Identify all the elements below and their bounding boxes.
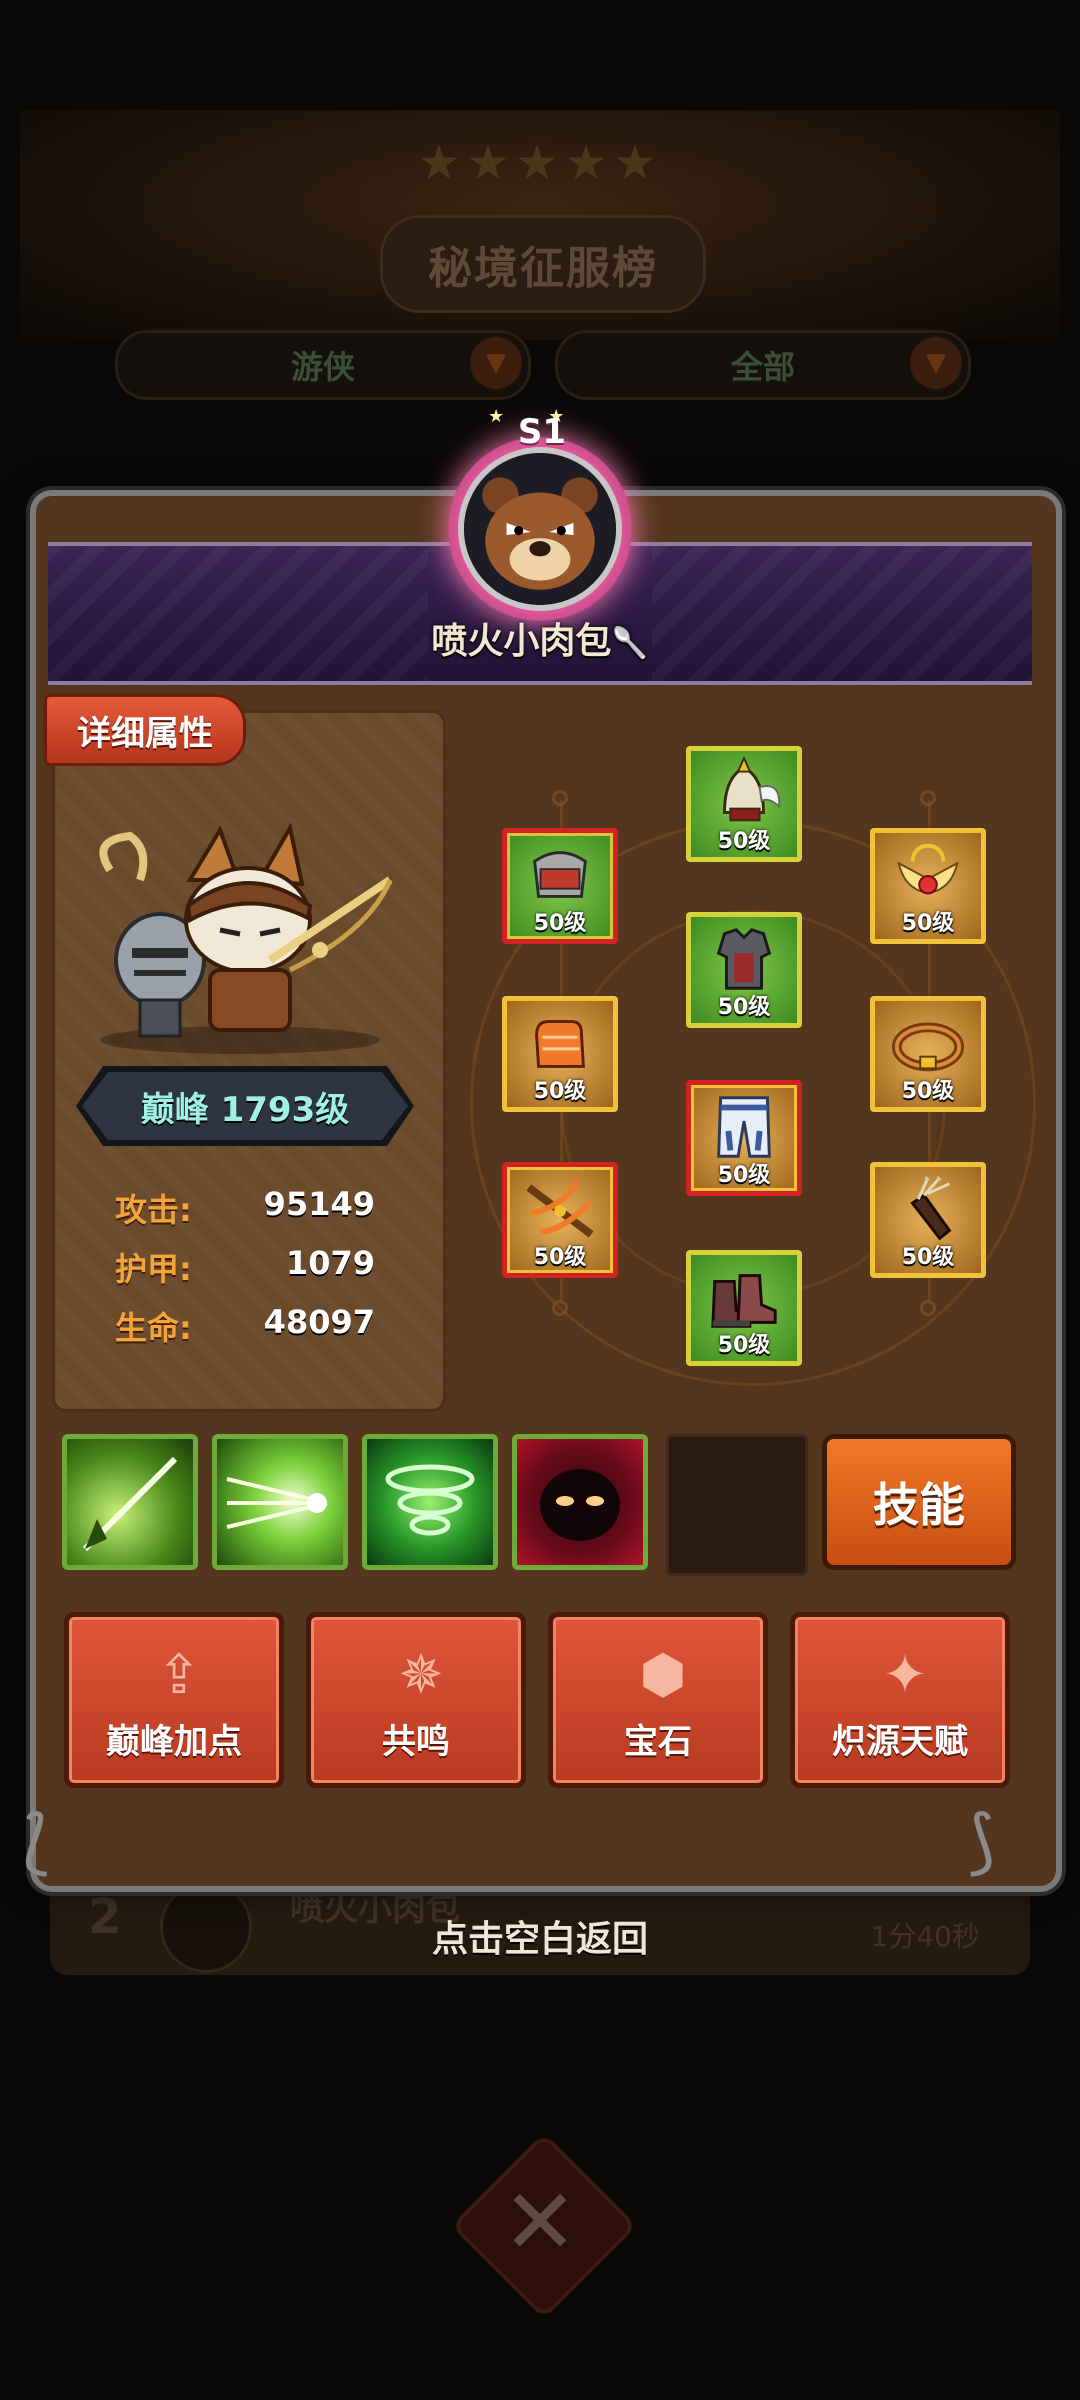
stat-value: 95149 [263, 1185, 375, 1223]
stat-label: 攻击: [115, 1191, 192, 1229]
bear-face-icon [464, 453, 616, 605]
button-label: 宝石 [624, 1722, 692, 1762]
corner-ornament-icon: ⟅ [22, 1800, 50, 1882]
player-name: 喷火小肉包 [431, 621, 612, 662]
talent-button[interactable]: ✦ 炽源天赋 [790, 1612, 1010, 1788]
equip-slot-gloves[interactable]: 50级 [502, 996, 618, 1112]
rune-dot [920, 1300, 936, 1316]
torch-icon: 🥄 [611, 626, 649, 661]
attributes-tab[interactable]: 详细属性 [44, 694, 246, 766]
peak-level: 巅峰 1793级 [82, 1072, 408, 1140]
stat-armor: 护甲: 1079 [115, 1244, 375, 1292]
rune-dot [552, 790, 568, 806]
item-level: 50级 [717, 1333, 771, 1358]
diamond-star-icon: ✦ [882, 1642, 928, 1706]
pants-icon [717, 1096, 771, 1158]
arrow-strike-icon [82, 1456, 178, 1552]
equip-slot-chest[interactable]: 50级 [686, 912, 802, 1028]
skill-slot-3[interactable] [362, 1434, 498, 1570]
item-level: 50级 [533, 911, 587, 936]
stat-attack: 攻击: 95149 [115, 1185, 375, 1233]
equip-slot-quiver[interactable]: 50级 [870, 1162, 986, 1278]
stat-value: 1079 [285, 1244, 375, 1282]
helmet-icon [723, 757, 781, 822]
shadow-demon-icon [540, 1469, 620, 1541]
player-name-row: 喷火小肉包🥄 [340, 612, 740, 664]
quiver-icon [910, 1175, 952, 1241]
gloves-icon [535, 1020, 585, 1068]
equip-slot-boots[interactable]: 50级 [686, 1250, 802, 1366]
item-level: 50级 [717, 829, 771, 854]
hero-character-art [99, 822, 393, 1054]
gem-ring-icon: ⬢ [639, 1642, 687, 1706]
tap-to-return-hint[interactable]: 点击空白返回 [0, 1910, 1080, 1962]
skills-button[interactable]: 技能 [822, 1434, 1016, 1570]
skill-slot-empty[interactable] [666, 1434, 808, 1576]
season-badge: S1 [517, 412, 567, 452]
avatar [458, 447, 622, 611]
item-level: 50级 [901, 911, 955, 936]
shoulder-armor-icon [533, 851, 587, 898]
corner-ornament-icon: ⟆ [968, 1800, 996, 1882]
stat-label: 生命: [115, 1309, 192, 1347]
skill-slot-1[interactable] [62, 1434, 198, 1570]
stat-value: 48097 [263, 1303, 375, 1341]
item-level: 50级 [901, 1079, 955, 1104]
equip-slot-shoulder[interactable]: 50级 [502, 828, 618, 944]
arrow-up-plus-icon: ⇪ [156, 1642, 202, 1706]
close-icon: ✕ [502, 2169, 578, 2275]
chevron-down-icon: ▼ [910, 337, 962, 389]
item-level: 50级 [533, 1079, 587, 1104]
item-level: 50级 [533, 1245, 587, 1270]
rune-dot [920, 790, 936, 806]
equip-slot-ring[interactable]: 50级 [870, 996, 986, 1112]
item-level: 50级 [901, 1245, 955, 1270]
belt-ring-icon [891, 1022, 965, 1072]
crossbow-icon [526, 1180, 594, 1238]
button-label: 巅峰加点 [106, 1722, 242, 1762]
equip-slot-helmet[interactable]: 50级 [686, 746, 802, 862]
range-filter-dropdown[interactable]: 全部 ▼ [555, 330, 971, 400]
peak-points-button[interactable]: ⇪ 巅峰加点 [64, 1612, 284, 1788]
star-burst-icon: ✵ [398, 1642, 444, 1706]
class-filter-dropdown[interactable]: 游侠 ▼ [115, 330, 531, 400]
skill-slot-4[interactable] [512, 1434, 648, 1570]
chevron-down-icon: ▼ [470, 337, 522, 389]
stat-label: 护甲: [115, 1250, 192, 1288]
chest-armor-icon [716, 928, 772, 990]
multi-shot-icon [226, 1477, 328, 1529]
resonance-button[interactable]: ✵ 共鸣 [306, 1612, 526, 1788]
class-filter-label: 游侠 [290, 348, 355, 386]
range-filter-label: 全部 [730, 348, 795, 386]
button-label: 炽源天赋 [832, 1722, 968, 1762]
button-label: 共鸣 [382, 1722, 450, 1762]
item-level: 50级 [717, 1163, 771, 1188]
equip-slot-weapon[interactable]: 50级 [502, 1162, 618, 1278]
boots-icon [711, 1274, 777, 1328]
skill-slot-2[interactable] [212, 1434, 348, 1570]
equip-slot-pants[interactable]: 50级 [686, 1080, 802, 1196]
rune-dot [552, 1300, 568, 1316]
whirlwind-icon [385, 1464, 475, 1536]
stat-health: 生命: 48097 [115, 1303, 375, 1351]
item-level: 50级 [717, 995, 771, 1020]
gems-button[interactable]: ⬢ 宝石 [548, 1612, 768, 1788]
rank-stars-icon: ★★★★★ [417, 135, 663, 191]
winged-amulet-icon [897, 843, 959, 895]
equip-slot-amulet[interactable]: 50级 [870, 828, 986, 944]
leaderboard-title: 秘境征服榜 [380, 215, 706, 313]
